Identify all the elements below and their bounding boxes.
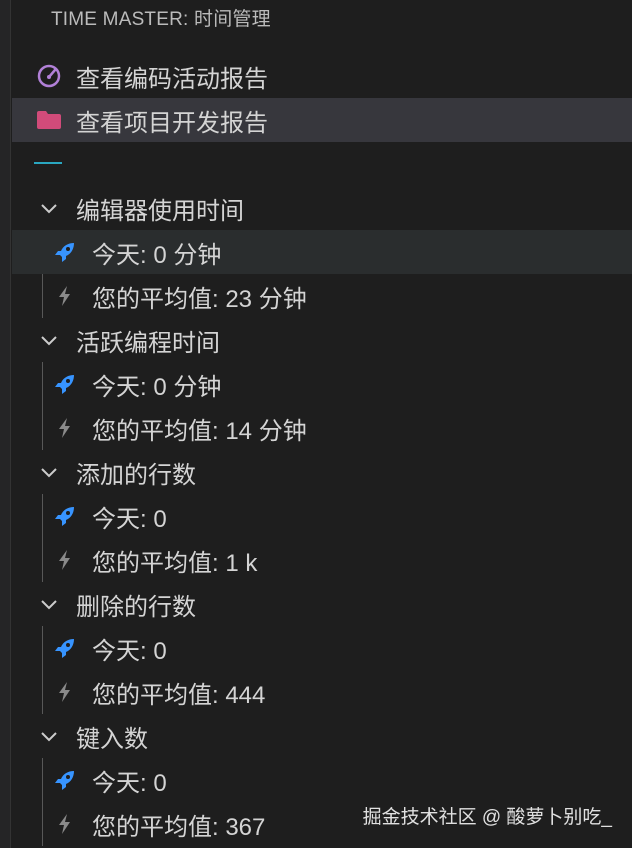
today-value: 今天: 0 分钟 <box>92 373 222 401</box>
today-value: 今天: 0 <box>92 769 167 797</box>
group-keystrokes[interactable]: 键入数 <box>12 714 632 758</box>
average-value: 您的平均值: 23 分钟 <box>92 285 307 313</box>
section-divider <box>34 162 62 164</box>
lines-deleted-today[interactable]: 今天: 0 <box>12 626 632 670</box>
lightning-icon <box>50 545 80 575</box>
lines-added-today[interactable]: 今天: 0 <box>12 494 632 538</box>
average-value: 您的平均值: 1 k <box>92 549 258 577</box>
today-value: 今天: 0 分钟 <box>92 241 222 269</box>
chevron-down-icon <box>34 325 64 355</box>
panel-title: TIME MASTER: 时间管理 <box>51 9 271 30</box>
rocket-icon <box>50 501 80 531</box>
dashboard-icon <box>34 61 64 91</box>
group-lines-deleted[interactable]: 删除的行数 <box>12 582 632 626</box>
rocket-icon <box>50 765 80 795</box>
folder-icon <box>34 105 64 135</box>
group-label: 删除的行数 <box>76 593 196 621</box>
top-item-label: 查看项目开发报告 <box>76 109 268 137</box>
activity-bar-edge <box>0 0 11 848</box>
group-label: 键入数 <box>76 725 148 753</box>
watermark: 掘金技术社区 @ 酸萝卜别吃_ <box>362 807 612 828</box>
average-value: 您的平均值: 444 <box>92 681 266 709</box>
editor-time-average[interactable]: 您的平均值: 23 分钟 <box>12 274 632 318</box>
chevron-down-icon <box>34 457 64 487</box>
top-item-label: 查看编码活动报告 <box>76 65 268 93</box>
lightning-icon <box>50 677 80 707</box>
rocket-icon <box>50 369 80 399</box>
chevron-down-icon <box>34 193 64 223</box>
lines-added-average[interactable]: 您的平均值: 1 k <box>12 538 632 582</box>
editor-time-today[interactable]: 今天: 0 分钟 <box>12 230 632 274</box>
average-value: 您的平均值: 14 分钟 <box>92 417 307 445</box>
group-editor-time[interactable]: 编辑器使用时间 <box>12 186 632 230</box>
group-active-coding-time[interactable]: 活跃编程时间 <box>12 318 632 362</box>
group-label: 编辑器使用时间 <box>76 197 244 225</box>
rocket-icon <box>50 237 80 267</box>
lightning-icon <box>50 809 80 839</box>
average-value: 您的平均值: 367 <box>92 813 266 841</box>
group-label: 添加的行数 <box>76 461 196 489</box>
today-value: 今天: 0 <box>92 505 167 533</box>
today-value: 今天: 0 <box>92 637 167 665</box>
lightning-icon <box>50 281 80 311</box>
group-lines-added[interactable]: 添加的行数 <box>12 450 632 494</box>
view-coding-activity-report[interactable]: 查看编码活动报告 <box>12 54 632 98</box>
keystrokes-today[interactable]: 今天: 0 <box>12 758 632 802</box>
lightning-icon <box>50 413 80 443</box>
active-coding-today[interactable]: 今天: 0 分钟 <box>12 362 632 406</box>
chevron-down-icon <box>34 721 64 751</box>
active-coding-average[interactable]: 您的平均值: 14 分钟 <box>12 406 632 450</box>
lines-deleted-average[interactable]: 您的平均值: 444 <box>12 670 632 714</box>
group-label: 活跃编程时间 <box>76 329 220 357</box>
rocket-icon <box>50 633 80 663</box>
chevron-down-icon <box>34 589 64 619</box>
view-project-report[interactable]: 查看项目开发报告 <box>12 98 632 142</box>
